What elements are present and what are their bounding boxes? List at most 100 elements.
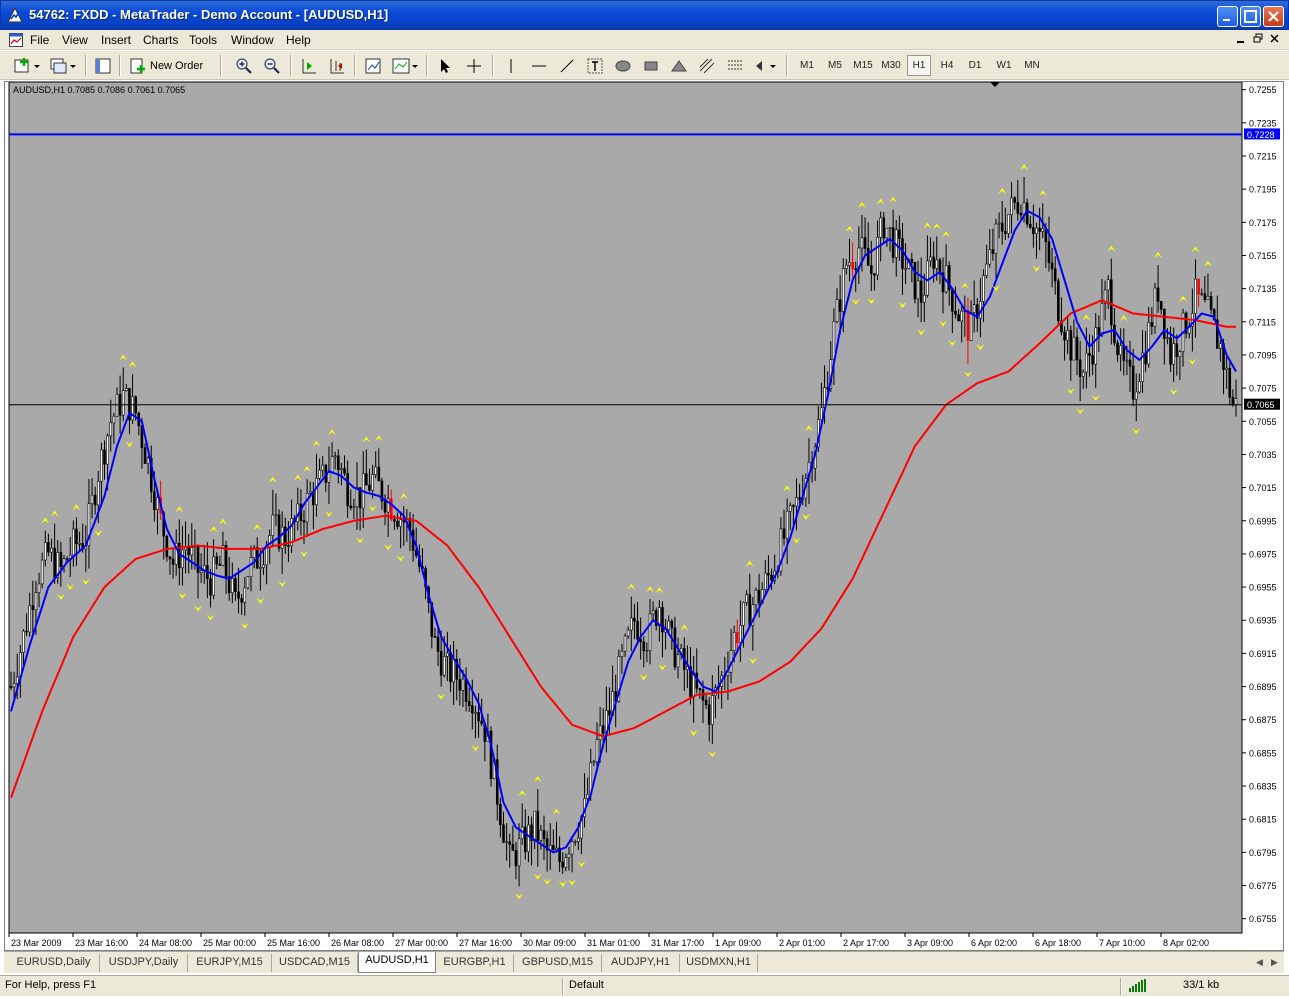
price-tick-label: 0.6855 — [1249, 748, 1277, 758]
candle-body — [1013, 197, 1016, 203]
fibonacci-retracement-icon — [728, 60, 742, 69]
candle-body — [327, 472, 331, 483]
menu-charts[interactable]: Charts — [143, 33, 178, 47]
tab-usdjpy-daily[interactable]: USDJPY,Daily — [100, 954, 188, 972]
minimize-button[interactable] — [1217, 6, 1238, 27]
candle-body — [1091, 355, 1094, 365]
timeframe-m15-button[interactable]: M15 — [850, 55, 876, 76]
vertical-line-tool-button[interactable] — [500, 55, 522, 76]
candle-body — [698, 688, 702, 691]
candle-body — [402, 519, 406, 523]
candle-body — [860, 237, 864, 249]
tab-usdcad-m15[interactable]: USDCAD,M15 — [272, 954, 358, 972]
connection-status-icon[interactable] — [1128, 978, 1152, 996]
tab-usdmxn-h1[interactable]: USDMXN,H1 — [680, 954, 758, 972]
time-tick-label: 6 Apr 18:00 — [1035, 938, 1081, 948]
menu-insert[interactable]: Insert — [101, 33, 131, 47]
menu-tools[interactable]: Tools — [189, 33, 217, 47]
candle-body — [374, 466, 377, 475]
fibonacci-retracement-tool-button[interactable] — [724, 55, 746, 76]
periodicity-button[interactable] — [390, 55, 420, 76]
profiles-button[interactable] — [48, 55, 78, 76]
candle-body — [623, 635, 627, 652]
price-tick-label: 0.7115 — [1249, 317, 1276, 327]
price-tick-label: 0.6835 — [1249, 782, 1277, 792]
candle-body — [1094, 327, 1098, 365]
new-order-button[interactable]: New Order — [128, 55, 208, 76]
chart-window[interactable]: 0.7255 0.7235 0.7215 0.7195 0.7175 0.7155 0.71… — [4, 81, 1284, 951]
tab-gbpusd-m15[interactable]: GBPUSD,M15 — [514, 954, 602, 972]
candle-body — [65, 558, 69, 561]
toolbar-separator — [426, 55, 428, 76]
menu-file[interactable]: File — [30, 33, 49, 47]
candle-body — [954, 311, 957, 315]
tab-scroll-right-icon[interactable]: ▶ — [1271, 957, 1278, 968]
mdi-minimize-button[interactable] — [1236, 33, 1246, 48]
candle-body — [854, 268, 858, 270]
chart-shift-button[interactable] — [326, 55, 348, 76]
price-chart[interactable]: 0.7255 0.7235 0.7215 0.7195 0.7175 0.7155 0.71… — [5, 82, 1283, 950]
fibonacci-expansion-tool-button[interactable] — [696, 55, 718, 76]
time-tick-label: 26 Mar 08:00 — [331, 938, 384, 948]
zoom-out-button[interactable] — [261, 55, 283, 76]
mdi-close-button[interactable] — [1270, 33, 1280, 48]
profile-name: Default — [569, 979, 604, 991]
candle-body — [1128, 359, 1132, 367]
text-tool-button[interactable] — [584, 55, 606, 76]
candle-body — [196, 546, 200, 573]
chart-window-icon[interactable] — [9, 33, 23, 47]
tab-audjpy-h1[interactable]: AUDJPY,H1 — [602, 954, 680, 972]
candle-body — [645, 650, 649, 652]
candle-body — [499, 803, 502, 826]
candle-body — [982, 275, 985, 302]
cursor-tool-button[interactable] — [434, 55, 456, 76]
arrows-tool-button[interactable] — [752, 55, 780, 76]
timeframe-h1-button[interactable]: H1 — [907, 55, 931, 76]
triangle-tool-button[interactable] — [668, 55, 690, 76]
menu-help[interactable]: Help — [286, 33, 311, 47]
chart-shift-icon — [330, 58, 344, 73]
close-icon — [1268, 11, 1279, 22]
candle-body — [626, 629, 630, 637]
timeframe-w1-button[interactable]: W1 — [991, 55, 1017, 76]
close-icon — [1270, 34, 1279, 43]
trendline-tool-button[interactable] — [556, 55, 578, 76]
candle-body — [586, 793, 589, 799]
new-chart-button[interactable] — [12, 55, 42, 76]
zoom-in-button[interactable] — [233, 55, 255, 76]
timeframe-m30-button[interactable]: M30 — [878, 55, 904, 76]
timeframe-m5-button[interactable]: M5 — [823, 55, 847, 76]
autoscroll-button[interactable] — [298, 55, 320, 76]
timeframe-m1-button[interactable]: M1 — [795, 55, 819, 76]
close-button[interactable] — [1263, 6, 1284, 27]
market-watch-button[interactable] — [92, 55, 114, 76]
candle-body — [103, 449, 106, 465]
restore-icon — [1244, 10, 1257, 23]
rectangle-tool-button[interactable] — [640, 55, 662, 76]
toolbar: New Order M1 M5 M15 M30 H1 H4 D1 W1 MN — [0, 51, 1289, 80]
timeframe-mn-button[interactable]: MN — [1019, 55, 1045, 76]
candle-body — [399, 519, 402, 527]
candle-body — [1203, 293, 1207, 300]
candle-body — [240, 598, 243, 603]
tab-eurgbp-h1[interactable]: EURGBP,H1 — [436, 954, 514, 972]
tab-eurjpy-m15[interactable]: EURJPY,M15 — [188, 954, 272, 972]
tab-eurusd-daily[interactable]: EURUSD,Daily — [8, 954, 100, 972]
candle-body — [1178, 351, 1182, 357]
mdi-restore-button[interactable] — [1253, 33, 1263, 48]
timeframe-d1-button[interactable]: D1 — [963, 55, 987, 76]
ellipse-tool-button[interactable] — [612, 55, 634, 76]
candle-body — [452, 659, 455, 683]
metatrader-app-icon[interactable] — [7, 7, 23, 23]
crosshair-tool-button[interactable] — [463, 55, 485, 76]
candle-body — [598, 725, 602, 740]
indicators-button[interactable] — [362, 55, 384, 76]
maximize-button[interactable] — [1240, 6, 1261, 27]
horizontal-line-tool-button[interactable] — [528, 55, 550, 76]
timeframe-h4-button[interactable]: H4 — [935, 55, 959, 76]
menu-window[interactable]: Window — [231, 33, 274, 47]
price-tick-label: 0.7255 — [1249, 85, 1277, 95]
tab-audusd-h1[interactable]: AUDUSD,H1 — [358, 952, 436, 973]
menu-view[interactable]: View — [62, 33, 88, 47]
tab-scroll-left-icon[interactable]: ◀ — [1256, 957, 1263, 968]
